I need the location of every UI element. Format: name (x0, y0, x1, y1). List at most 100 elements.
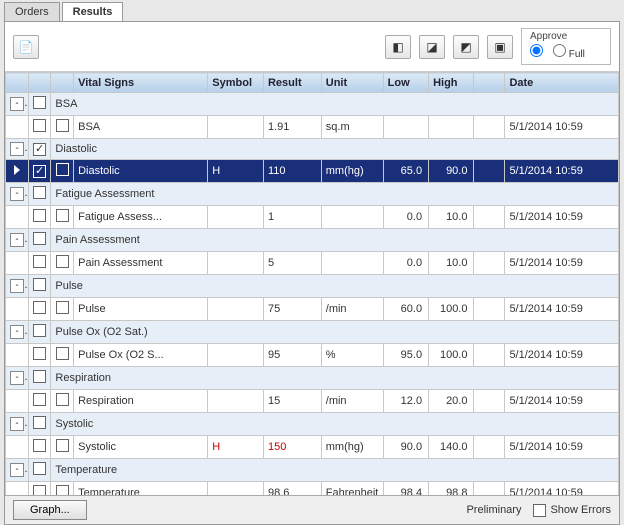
tab-results[interactable]: Results (62, 2, 124, 21)
col-checkmark[interactable] (28, 73, 51, 93)
show-errors-box[interactable] (533, 504, 546, 517)
data-row[interactable]: SystolicH150mm(hg)90.0140.05/1/2014 10:5… (6, 436, 619, 459)
group-row[interactable]: -BSA (6, 93, 619, 116)
checkbox[interactable] (33, 301, 46, 314)
row-select-box[interactable] (56, 393, 69, 406)
cell-spare (474, 298, 505, 321)
row-select-box[interactable] (56, 255, 69, 268)
approve-radio-full[interactable]: Full (553, 44, 585, 60)
expand-icon[interactable]: - (10, 371, 24, 385)
checkbox[interactable] (33, 186, 46, 199)
data-row[interactable]: ✓DiastolicH110mm(hg)65.090.05/1/2014 10:… (6, 160, 619, 183)
col-name[interactable]: Vital Signs (74, 73, 208, 93)
tab-orders[interactable]: Orders (4, 2, 60, 21)
group-row[interactable]: -Pulse (6, 275, 619, 298)
cell-name: Respiration (74, 390, 208, 413)
data-row[interactable]: Pulse Ox (O2 S...95%95.0100.05/1/2014 10… (6, 344, 619, 367)
checkbox[interactable] (33, 278, 46, 291)
row-select-box[interactable] (56, 301, 69, 314)
checkbox[interactable] (33, 485, 46, 495)
group-row[interactable]: -✓Diastolic (6, 139, 619, 160)
data-row[interactable]: BSA1.91sq.m5/1/2014 10:59 (6, 116, 619, 139)
col-high[interactable]: High (429, 73, 474, 93)
toolbar-btn-3[interactable]: ◩ (453, 35, 479, 59)
cell-name: Pulse Ox (O2 S... (74, 344, 208, 367)
cell-result: 5 (263, 252, 321, 275)
row-select-box[interactable] (56, 347, 69, 360)
col-date[interactable]: Date (505, 73, 619, 93)
checkbox[interactable] (33, 209, 46, 222)
expand-icon[interactable]: - (10, 187, 24, 201)
cell-unit: /min (321, 298, 383, 321)
cell-date: 5/1/2014 10:59 (505, 206, 619, 229)
col-spare[interactable] (474, 73, 505, 93)
cell-result: 1.91 (263, 116, 321, 139)
col-result[interactable]: Result (263, 73, 321, 93)
cell-low: 60.0 (383, 298, 428, 321)
checkbox[interactable]: ✓ (33, 165, 46, 178)
row-select-box[interactable] (56, 163, 69, 176)
group-row[interactable]: -Respiration (6, 367, 619, 390)
group-row[interactable]: -Fatigue Assessment (6, 183, 619, 206)
expand-icon[interactable]: - (10, 279, 24, 293)
checkbox[interactable] (33, 255, 46, 268)
checkbox[interactable] (33, 416, 46, 429)
data-row[interactable]: Respiration15/min12.020.05/1/2014 10:59 (6, 390, 619, 413)
tab-strip: Orders Results (0, 0, 624, 21)
expand-icon[interactable]: - (10, 142, 24, 156)
col-low[interactable]: Low (383, 73, 428, 93)
checkbox[interactable] (33, 96, 46, 109)
expand-icon[interactable]: - (10, 325, 24, 339)
checkbox[interactable] (33, 347, 46, 360)
group-row[interactable]: -Pulse Ox (O2 Sat.) (6, 321, 619, 344)
col-select[interactable] (51, 73, 74, 93)
cell-spare (474, 390, 505, 413)
toolbar-btn-4[interactable]: ▣ (487, 35, 513, 59)
new-doc-button[interactable]: 📄 (13, 35, 39, 59)
show-errors-checkbox[interactable]: Show Errors (533, 504, 611, 517)
group-row[interactable]: -Pain Assessment (6, 229, 619, 252)
cell-spare (474, 344, 505, 367)
cell-symbol (208, 482, 264, 496)
checkbox[interactable] (33, 232, 46, 245)
cell-result: 15 (263, 390, 321, 413)
expand-icon[interactable]: - (10, 233, 24, 247)
results-grid[interactable]: Vital Signs Symbol Result Unit Low High … (5, 72, 619, 495)
cell-symbol (208, 344, 264, 367)
checkbox[interactable] (33, 462, 46, 475)
row-select-box[interactable] (56, 485, 69, 495)
data-row[interactable]: Pain Assessment50.010.05/1/2014 10:59 (6, 252, 619, 275)
checkbox[interactable] (33, 439, 46, 452)
expand-icon[interactable]: - (10, 463, 24, 477)
checkbox[interactable] (33, 119, 46, 132)
col-symbol[interactable]: Symbol (208, 73, 264, 93)
cell-high: 140.0 (429, 436, 474, 459)
row-select-box[interactable] (56, 119, 69, 132)
graph-button[interactable]: Graph... (13, 500, 87, 520)
cell-high: 90.0 (429, 160, 474, 183)
col-expander[interactable] (6, 73, 29, 93)
cell-spare (474, 436, 505, 459)
group-row[interactable]: -Systolic (6, 413, 619, 436)
expand-icon[interactable]: - (10, 97, 24, 111)
checkbox[interactable] (33, 370, 46, 383)
cell-result: 110 (263, 160, 321, 183)
cell-unit: sq.m (321, 116, 383, 139)
cell-result: 150 (263, 436, 321, 459)
col-unit[interactable]: Unit (321, 73, 383, 93)
data-row[interactable]: Temperature98.6Fahrenheit98.498.85/1/201… (6, 482, 619, 496)
row-select-box[interactable] (56, 209, 69, 222)
data-row[interactable]: Pulse75/min60.0100.05/1/2014 10:59 (6, 298, 619, 321)
checkbox[interactable]: ✓ (33, 143, 46, 156)
checkbox[interactable] (33, 393, 46, 406)
toolbar-btn-1[interactable]: ◧ (385, 35, 411, 59)
cell-spare (474, 482, 505, 496)
checkbox[interactable] (33, 324, 46, 337)
expand-icon[interactable]: - (10, 417, 24, 431)
approve-radio-blank[interactable] (530, 44, 543, 60)
cell-date: 5/1/2014 10:59 (505, 160, 619, 183)
data-row[interactable]: Fatigue Assess...10.010.05/1/2014 10:59 (6, 206, 619, 229)
row-select-box[interactable] (56, 439, 69, 452)
toolbar-btn-2[interactable]: ◪ (419, 35, 445, 59)
group-row[interactable]: -Temperature (6, 459, 619, 482)
